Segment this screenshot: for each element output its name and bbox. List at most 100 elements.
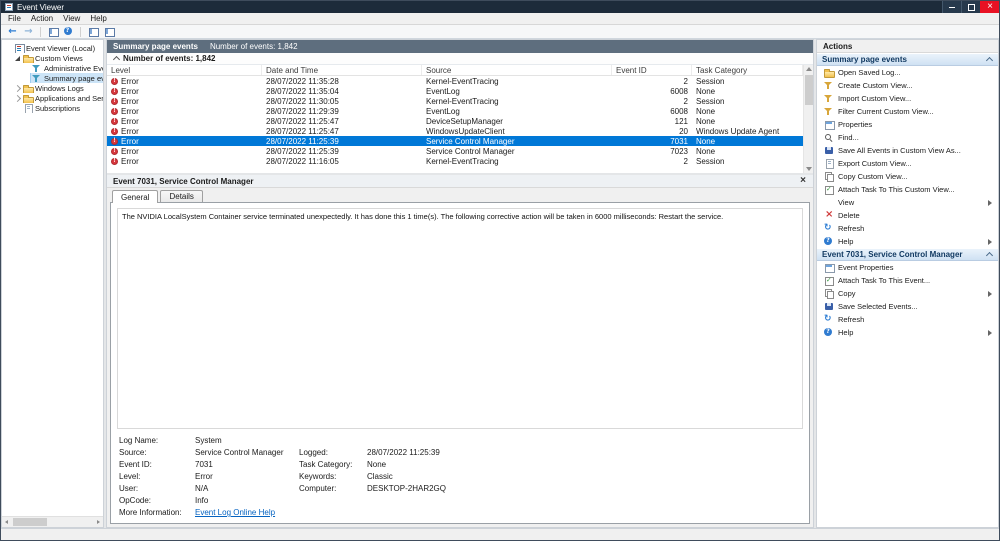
forward-button[interactable]: [21, 25, 36, 38]
tree-item-event-viewer-local[interactable]: Event Viewer (Local): [2, 43, 103, 53]
event-row[interactable]: Error 28/07/2022 11:25:47 DeviceSetupManag…: [107, 116, 803, 126]
scroll-right-icon[interactable]: [93, 517, 103, 527]
task-category-cell: Session: [696, 156, 725, 166]
column-header-task-category[interactable]: Task Category: [692, 65, 803, 75]
action-create-custom-view[interactable]: Create Custom View...: [817, 79, 998, 92]
action-filter-current-custom-view[interactable]: Filter Current Custom View...: [817, 105, 998, 118]
event-row[interactable]: Error 28/07/2022 11:35:28 Kernel-EventTrac…: [107, 76, 803, 86]
action-refresh[interactable]: Refresh: [817, 313, 998, 326]
events-table: Level Date and Time Source Event ID Task Cat…: [107, 65, 813, 175]
action-import-custom-view[interactable]: Import Custom View...: [817, 92, 998, 105]
copy-icon: [824, 289, 834, 299]
tab-details[interactable]: Details: [160, 190, 203, 202]
action-save-all-events-in-custom-view-as[interactable]: Save All Events in Custom View As...: [817, 144, 998, 157]
event-row[interactable]: Error 28/07/2022 11:30:05 Kernel-EventTrac…: [107, 96, 803, 106]
action-delete[interactable]: Delete: [817, 209, 998, 222]
events-vertical-scrollbar[interactable]: [803, 65, 813, 173]
menu-file[interactable]: File: [3, 14, 26, 23]
action-label: Import Custom View...: [838, 94, 912, 103]
field-label: Keywords:: [299, 472, 337, 481]
collapse-group-icon[interactable]: [112, 55, 121, 64]
action-copy[interactable]: Copy: [817, 287, 998, 300]
menu-action[interactable]: Action: [26, 14, 58, 23]
action-view[interactable]: View: [817, 196, 998, 209]
close-detail-icon[interactable]: [797, 175, 807, 186]
field-value: 28/07/2022 11:25:39: [367, 448, 440, 457]
show-hide-action-pane-icon: [104, 27, 115, 37]
scrollbar-thumb[interactable]: [805, 75, 813, 105]
field-value: Info: [195, 496, 209, 505]
column-label: Level: [111, 65, 131, 75]
expander-collapsed-icon[interactable]: [13, 84, 22, 93]
action-attach-task-to-this-event[interactable]: Attach Task To This Event...: [817, 274, 998, 287]
menu-help[interactable]: Help: [85, 14, 111, 23]
source-cell: EventLog: [426, 106, 460, 116]
actions-section-header-summary-page-events[interactable]: Summary page events: [817, 53, 998, 66]
show-hide-console-tree-button[interactable]: [85, 25, 100, 38]
event-row[interactable]: Error 28/07/2022 11:25:39 Service Control …: [107, 136, 803, 146]
expander-collapsed-icon[interactable]: [13, 94, 22, 103]
tree-item-summary-page-events[interactable]: Summary page events: [2, 73, 103, 83]
scrollbar-thumb[interactable]: [13, 518, 47, 526]
help-button[interactable]: [61, 25, 76, 38]
column-header-event-id[interactable]: Event ID: [612, 65, 692, 75]
tree-item-administrative-events[interactable]: Administrative Events: [2, 63, 103, 73]
minimize-button[interactable]: [942, 1, 961, 13]
scroll-down-icon[interactable]: [806, 167, 812, 171]
actions-section-title: Event 7031, Service Control Manager: [822, 250, 963, 259]
menu-view[interactable]: View: [58, 14, 85, 23]
action-save-selected-events[interactable]: Save Selected Events...: [817, 300, 998, 313]
field-label: [299, 436, 363, 445]
show-hide-action-pane-button[interactable]: [101, 25, 116, 38]
event-row[interactable]: Error 28/07/2022 11:29:39 EventLog 6008 None: [107, 106, 803, 116]
action-help[interactable]: Help: [817, 326, 998, 339]
level-text: Error: [121, 136, 139, 146]
tree-item-windows-logs[interactable]: Windows Logs: [2, 83, 103, 93]
collapse-section-icon[interactable]: [985, 56, 994, 65]
scroll-left-icon[interactable]: [2, 517, 12, 527]
actions-section-header-event-7031-service-control-manager[interactable]: Event 7031, Service Control Manager: [817, 248, 998, 261]
action-copy-custom-view[interactable]: Copy Custom View...: [817, 170, 998, 183]
properties-icon: [824, 263, 835, 273]
submenu-arrow-icon: [987, 199, 992, 206]
event-row[interactable]: Error 28/07/2022 11:25:47 WindowsUpdateCli…: [107, 126, 803, 136]
tree-item-subscriptions[interactable]: Subscriptions: [2, 103, 103, 113]
column-header-level[interactable]: Level: [107, 65, 262, 75]
tree-horizontal-scrollbar[interactable]: [2, 516, 103, 527]
refresh-icon: [824, 223, 834, 233]
tree-item-custom-views[interactable]: Custom Views: [2, 53, 103, 63]
events-group-header[interactable]: Number of events: 1,842: [107, 53, 813, 65]
event-row[interactable]: Error 28/07/2022 11:35:04 EventLog 6008 None: [107, 86, 803, 96]
tree-item-applications-and-services-lo[interactable]: Applications and Services Lo: [2, 93, 103, 103]
action-properties[interactable]: Properties: [817, 118, 998, 131]
event-row[interactable]: Error 28/07/2022 11:16:05 Kernel-EventTrac…: [107, 156, 803, 166]
action-help[interactable]: Help: [817, 235, 998, 248]
tab-general[interactable]: General: [112, 190, 159, 203]
collapse-section-icon[interactable]: [985, 251, 994, 260]
scroll-up-icon[interactable]: [806, 67, 812, 71]
back-button[interactable]: [5, 25, 20, 38]
action-export-custom-view[interactable]: Export Custom View...: [817, 157, 998, 170]
expander-expanded-icon[interactable]: [13, 54, 22, 63]
level-text: Error: [121, 126, 139, 136]
date-time-cell: 28/07/2022 11:25:47: [266, 116, 339, 126]
maximize-button[interactable]: [961, 1, 980, 13]
close-button[interactable]: [980, 1, 999, 13]
action-refresh[interactable]: Refresh: [817, 222, 998, 235]
field-label: Logged:: [299, 448, 328, 457]
action-find[interactable]: Find...: [817, 131, 998, 144]
action-event-properties[interactable]: Event Properties: [817, 261, 998, 274]
online-help-link[interactable]: Event Log Online Help: [195, 508, 801, 517]
action-attach-task-to-this-custom-view[interactable]: Attach Task To This Custom View...: [817, 183, 998, 196]
level-text: Error: [121, 106, 139, 116]
field-value: Service Control Manager: [195, 448, 284, 457]
action-open-saved-log[interactable]: Open Saved Log...: [817, 66, 998, 79]
event-row[interactable]: Error 28/07/2022 11:25:39 Service Control …: [107, 146, 803, 156]
column-header-date-and-time[interactable]: Date and Time: [262, 65, 422, 75]
custom-view-icon: [32, 74, 42, 83]
task-category-cell: Windows Update Agent: [696, 126, 780, 136]
show-console-tree-button[interactable]: [45, 25, 60, 38]
column-header-source[interactable]: Source: [422, 65, 612, 75]
content-area: Event Viewer (Local) Custom Views Administ…: [1, 39, 999, 528]
